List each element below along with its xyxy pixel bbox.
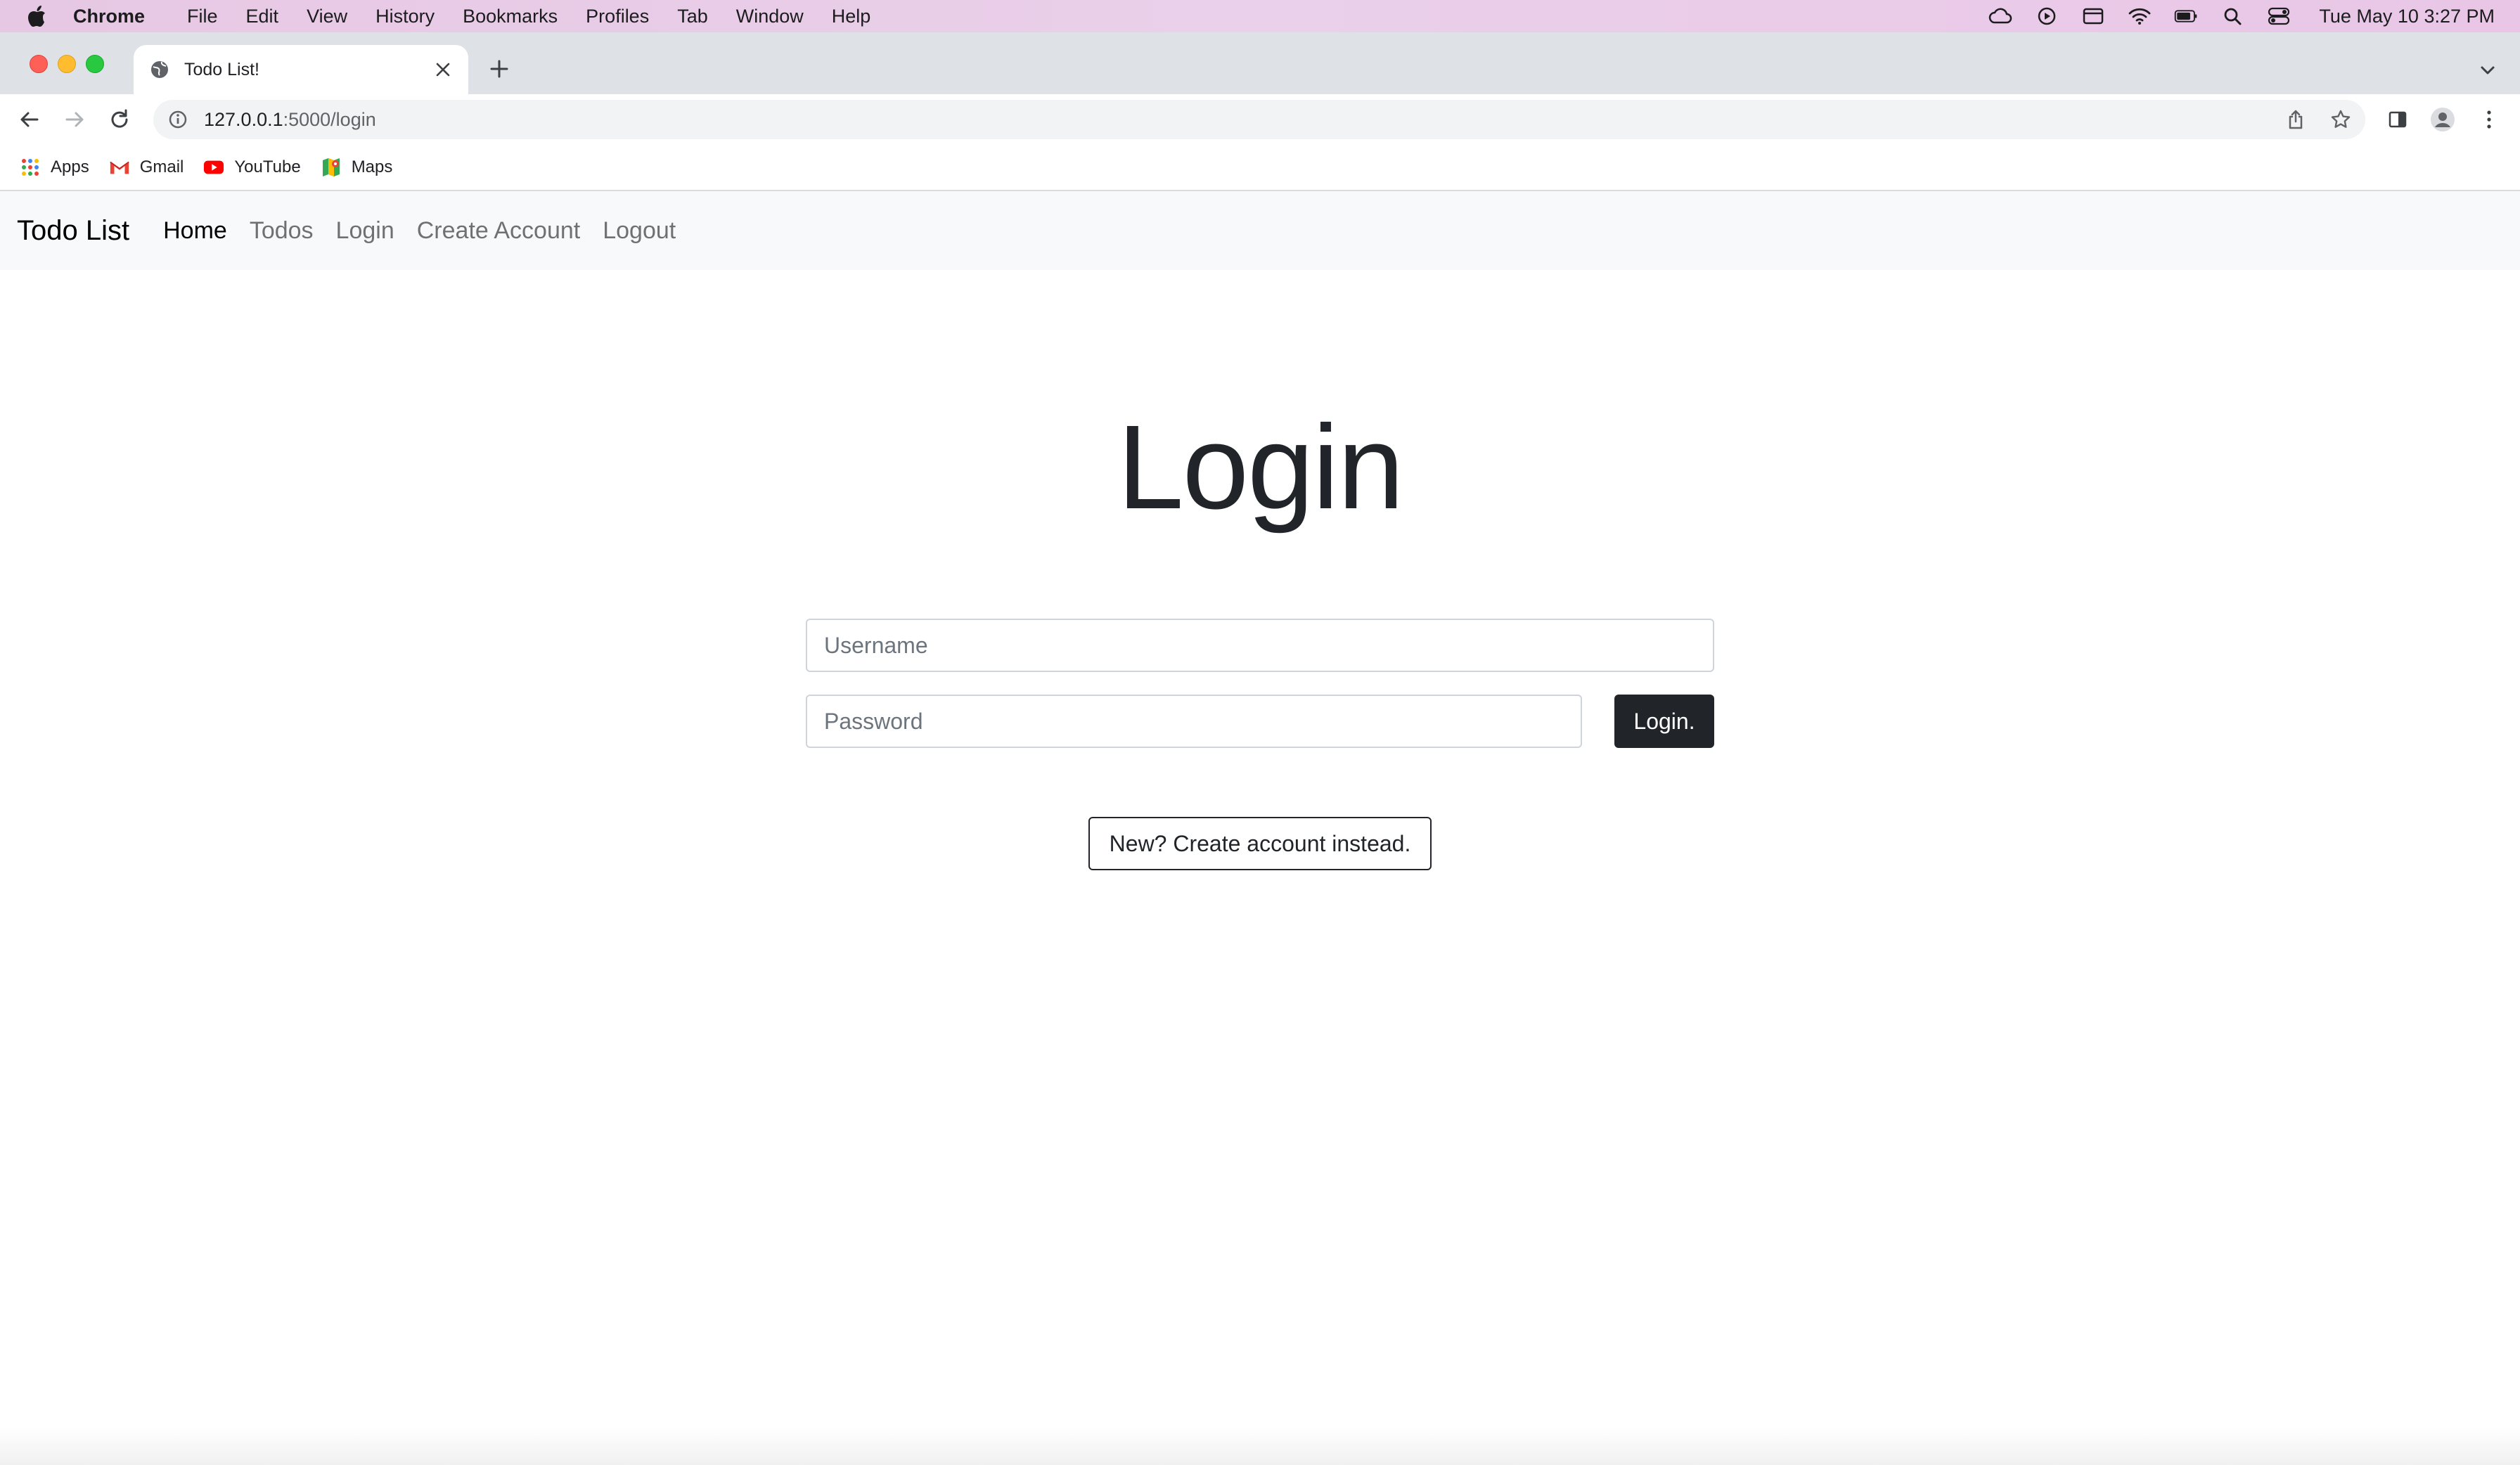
menu-app-chrome[interactable]: Chrome xyxy=(73,6,145,27)
play-icon[interactable] xyxy=(2035,6,2059,27)
share-icon[interactable] xyxy=(2285,109,2306,130)
menu-tab[interactable]: Tab xyxy=(677,6,708,27)
plus-icon[interactable] xyxy=(488,58,510,80)
menu-help[interactable]: Help xyxy=(832,6,871,27)
url-text[interactable]: 127.0.0.1:5000/login xyxy=(204,109,376,131)
tab-title: Todo List! xyxy=(184,59,260,79)
browser-toolbar: 127.0.0.1:5000/login xyxy=(0,94,2520,145)
gmail-icon xyxy=(109,157,130,178)
calendar-icon[interactable] xyxy=(2081,6,2105,27)
menubar-clock[interactable]: Tue May 10 3:27 PM xyxy=(2319,6,2495,27)
close-icon[interactable] xyxy=(433,60,453,79)
menu-edit[interactable]: Edit xyxy=(246,6,279,27)
bookmark-apps[interactable]: Apps xyxy=(20,157,89,178)
bookmark-gmail[interactable]: Gmail xyxy=(109,157,184,178)
bookmark-youtube[interactable]: YouTube xyxy=(203,157,301,178)
nav-link-create-account[interactable]: Create Account xyxy=(417,217,580,245)
nav-link-home[interactable]: Home xyxy=(163,217,227,245)
apple-icon[interactable] xyxy=(27,5,48,27)
create-account-button[interactable]: New? Create account instead. xyxy=(1088,817,1432,870)
reload-icon[interactable] xyxy=(107,107,132,132)
star-icon[interactable] xyxy=(2330,109,2351,130)
menu-history[interactable]: History xyxy=(375,6,435,27)
navbar-brand[interactable]: Todo List xyxy=(17,215,129,247)
address-bar[interactable]: 127.0.0.1:5000/login xyxy=(153,100,2365,139)
youtube-icon xyxy=(203,157,224,178)
menu-profiles[interactable]: Profiles xyxy=(586,6,649,27)
info-icon[interactable] xyxy=(167,109,188,130)
globe-icon xyxy=(149,59,170,80)
menu-view[interactable]: View xyxy=(307,6,347,27)
login-button[interactable]: Login. xyxy=(1614,695,1714,748)
battery-icon[interactable] xyxy=(2174,6,2198,27)
password-input[interactable] xyxy=(806,695,1582,748)
menu-bookmarks[interactable]: Bookmarks xyxy=(463,6,558,27)
maps-icon xyxy=(321,157,342,178)
kebab-menu-icon[interactable] xyxy=(2476,107,2502,132)
bookmark-label: Gmail xyxy=(139,157,184,176)
status-area: Tue May 10 3:27 PM xyxy=(1966,0,2495,32)
window-zoom-button[interactable] xyxy=(86,55,104,73)
profile-icon[interactable] xyxy=(2430,107,2455,132)
wifi-icon[interactable] xyxy=(2128,6,2152,27)
bookmarks-bar: Apps Gmail YouTube Maps xyxy=(0,145,2520,191)
nav-link-todos[interactable]: Todos xyxy=(250,217,314,245)
spotlight-search-icon[interactable] xyxy=(2220,6,2244,27)
apps-grid-icon xyxy=(20,157,41,178)
username-input[interactable] xyxy=(806,619,1714,672)
menu-window[interactable]: Window xyxy=(736,6,804,27)
bookmark-label: YouTube xyxy=(234,157,301,176)
chevron-down-icon[interactable] xyxy=(2478,60,2498,80)
page-bottom-edge xyxy=(0,1427,2520,1465)
url-host: 127.0.0.1 xyxy=(204,108,283,130)
window-close-button[interactable] xyxy=(30,55,48,73)
arrow-right-icon[interactable] xyxy=(62,107,87,132)
bookmark-label: Apps xyxy=(51,157,89,176)
page-title: Login xyxy=(1117,401,1404,534)
menu-file[interactable]: File xyxy=(187,6,218,27)
arrow-left-icon[interactable] xyxy=(17,107,42,132)
nav-link-logout[interactable]: Logout xyxy=(603,217,676,245)
browser-tab-strip: Todo List! xyxy=(0,32,2520,94)
browser-tab-active[interactable]: Todo List! xyxy=(134,45,468,94)
side-panel-icon[interactable] xyxy=(2385,107,2410,132)
macos-menu-bar: Chrome File Edit View History Bookmarks … xyxy=(0,0,2520,32)
nav-link-login[interactable]: Login xyxy=(336,217,394,245)
creative-cloud-icon[interactable] xyxy=(1988,6,2012,27)
control-center-icon[interactable] xyxy=(2267,6,2291,27)
url-path: :5000/login xyxy=(283,108,376,130)
site-navbar: Todo List Home Todos Login Create Accoun… xyxy=(0,191,2520,270)
bookmark-maps[interactable]: Maps xyxy=(321,157,393,178)
bookmark-label: Maps xyxy=(351,157,393,176)
window-minimize-button[interactable] xyxy=(58,55,76,73)
